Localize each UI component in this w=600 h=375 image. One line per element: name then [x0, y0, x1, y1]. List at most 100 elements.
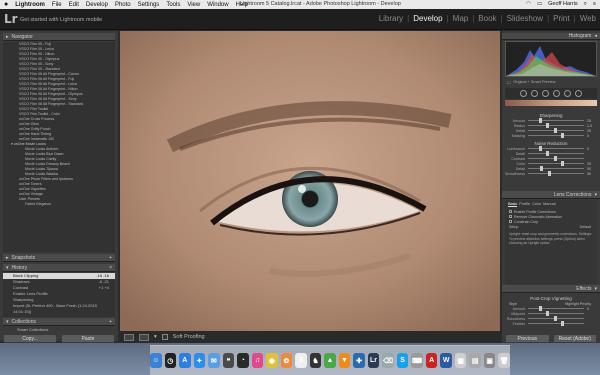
menu-tools[interactable]: Tools [166, 2, 180, 8]
module-library[interactable]: Library [379, 14, 403, 23]
menu-lightroom[interactable]: Lightroom [15, 2, 45, 8]
slider-value[interactable]: 50 [587, 172, 597, 176]
dropdown-icon[interactable]: ▾ [154, 334, 157, 340]
slider-value[interactable]: 25 [587, 119, 597, 123]
drive-icon[interactable]: ▲ [324, 353, 336, 368]
appstore-icon[interactable]: A [179, 353, 191, 368]
tab-color[interactable]: Color [532, 202, 541, 207]
add-snapshot-icon[interactable]: + [109, 255, 112, 261]
menu-file[interactable]: File [52, 2, 62, 8]
slider-track[interactable] [528, 161, 584, 166]
style-value[interactable]: Highlight Priority [565, 302, 591, 306]
slider-track[interactable] [528, 311, 584, 316]
slider-track[interactable] [528, 128, 584, 133]
games-icon[interactable]: ✚ [353, 353, 365, 368]
notes-icon[interactable]: ❝ [222, 353, 235, 368]
slider-track[interactable] [528, 146, 584, 151]
module-book[interactable]: Book [478, 14, 496, 23]
photo-canvas[interactable] [120, 31, 500, 331]
tab-basic[interactable]: Basic [508, 202, 518, 207]
slider-track[interactable] [528, 123, 584, 128]
crop-tool-icon[interactable] [520, 90, 527, 97]
slider-knob[interactable] [539, 118, 543, 123]
menu-settings[interactable]: Settings [138, 2, 160, 8]
collections-header[interactable]: ▾ Collections + [3, 318, 115, 326]
wifi-icon[interactable]: ◠ [526, 1, 531, 8]
photos-icon[interactable]: ✿ [280, 353, 293, 368]
radial-filter-tool-icon[interactable] [564, 90, 571, 97]
slider-track[interactable] [528, 171, 584, 176]
calendar-icon[interactable]: 3 [295, 353, 307, 368]
menu-edit[interactable]: Edit [69, 2, 79, 8]
trash-icon[interactable]: ⌫ [382, 353, 394, 368]
graduated-filter-tool-icon[interactable] [553, 90, 560, 97]
slider-track[interactable] [528, 156, 584, 161]
lightroom-icon[interactable]: Lr [367, 353, 380, 368]
finder-icon[interactable]: ☺ [150, 353, 162, 368]
trash-can-icon[interactable]: 🗑 [498, 353, 510, 368]
slider-row[interactable]: Feather [505, 321, 597, 326]
slider-track[interactable] [528, 306, 584, 311]
slider-knob[interactable] [561, 321, 565, 326]
tab-profile[interactable]: Profile [519, 202, 530, 207]
slider-track[interactable] [528, 151, 584, 156]
get-started-link[interactable]: Get started with Lightroom mobile [20, 17, 102, 23]
word-icon[interactable]: W [440, 353, 452, 368]
mail-icon[interactable]: ✉ [208, 353, 220, 368]
slider-knob[interactable] [546, 123, 550, 128]
tab-manual[interactable]: Manual [543, 202, 555, 207]
soft-proofing-checkbox[interactable] [161, 334, 168, 340]
slider-value[interactable]: 1.0 [587, 124, 597, 128]
slider-knob[interactable] [553, 316, 557, 321]
slider-row[interactable]: Masking 0 [505, 133, 597, 138]
slider-knob[interactable] [546, 151, 550, 156]
module-slideshow[interactable]: Slideshow [507, 14, 543, 23]
itunes-icon[interactable]: ♫ [251, 353, 264, 368]
history-list[interactable]: Black Clipping -16 -16 Shadows -6 -21 Contra… [3, 273, 115, 317]
acrobat-icon[interactable]: A [425, 353, 438, 368]
navigator-header[interactable]: ▸ Navigator [3, 33, 115, 41]
chrome-icon[interactable]: ◉ [266, 353, 278, 368]
time-machine-icon[interactable]: ◔ [237, 353, 249, 368]
slider-knob[interactable] [539, 146, 543, 151]
reset-button[interactable]: Reset (Adobe) [552, 334, 597, 343]
slider-knob[interactable] [561, 133, 565, 138]
slider-knob[interactable] [553, 156, 557, 161]
preview-icon[interactable]: ▤ [469, 353, 481, 368]
safari-icon[interactable]: ✦ [193, 353, 206, 368]
menu-window[interactable]: Window [207, 2, 228, 8]
chess-icon[interactable]: ♞ [309, 353, 322, 368]
add-collection-icon[interactable]: + [109, 319, 112, 325]
slider-knob[interactable] [546, 311, 550, 316]
module-print[interactable]: Print [553, 14, 569, 23]
slider-knob[interactable] [553, 128, 557, 133]
lens-corrections-header[interactable]: Lens Corrections ▾ [502, 191, 600, 199]
slider-knob[interactable] [561, 161, 565, 166]
history-header[interactable]: ▾ History × [3, 264, 115, 272]
battery-icon[interactable]: ▭ [537, 1, 542, 8]
dashboard-icon[interactable]: ◷ [164, 353, 177, 368]
slider-value[interactable]: 25 [587, 129, 597, 133]
slider-value[interactable]: 25 [587, 162, 597, 166]
spot-removal-tool-icon[interactable] [531, 90, 538, 97]
preset-item[interactable]: Faded Elegance [3, 202, 115, 207]
history-row[interactable]: Import (5L Perfect 409 - Base Fresh (1.2… [3, 303, 115, 314]
lens-setup-value[interactable]: Default [580, 225, 591, 229]
snapshots-header[interactable]: ▸ Snapshots + [3, 254, 115, 262]
slider-track[interactable] [528, 118, 584, 123]
presets-list[interactable]: VSCO Film 05 - Fuji VSCO Film 05 - Leica V… [3, 42, 115, 252]
module-develop[interactable]: Develop [413, 14, 442, 23]
previous-button[interactable]: Previous [505, 334, 550, 343]
slider-track[interactable] [528, 316, 584, 321]
paste-button[interactable]: Paste [61, 334, 115, 343]
effects-header[interactable]: Effects ▾ [502, 285, 600, 293]
slider-track[interactable] [528, 133, 584, 138]
apple-icon[interactable]: ● [4, 1, 8, 8]
collection-item[interactable]: Smart Collections [3, 327, 115, 333]
office-icon[interactable]: ▦ [454, 353, 467, 368]
module-map[interactable]: Map [453, 14, 469, 23]
slider-value[interactable]: 50 [587, 167, 597, 171]
skype-icon[interactable]: S [396, 353, 409, 368]
before-after-icon[interactable] [139, 333, 149, 341]
clear-history-icon[interactable]: × [109, 265, 112, 271]
